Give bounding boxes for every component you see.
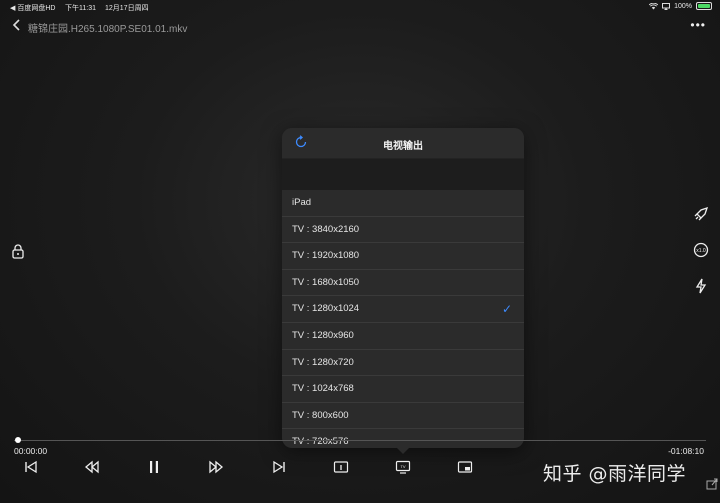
panel-blank-area [282,158,524,190]
resolution-option-label: TV : 1280x1024 [292,303,360,315]
share-icon[interactable] [706,478,718,490]
checkmark-icon: ✓ [501,302,512,317]
resolution-option-label: TV : 1680x1050 [292,276,360,288]
resolution-list: iPad TV : 3840x2160 TV : 1920x1080 TV : 168… [282,190,524,448]
video-title: 糖锦庄园.H265.1080P.SE01.01.mkv [28,24,188,35]
resolution-option[interactable]: TV : 1280x720 [282,350,524,377]
battery-icon [696,2,712,10]
panel-pointer [396,447,410,454]
resolution-option-label: iPad [292,197,312,208]
resolution-option-label: TV : 1920x1080 [292,250,360,262]
resolution-option[interactable]: TV : 800x600 [282,403,524,430]
resolution-option-label: TV : 3840x2160 [292,223,360,235]
status-right: 100% [649,2,712,10]
svg-text:x1.0: x1.0 [696,248,706,254]
right-toolbar: x1.0 [692,205,710,313]
resolution-option[interactable]: TV : 1280x960 [282,323,524,350]
progress-bar[interactable] [14,437,706,443]
lock-icon[interactable] [10,243,26,259]
status-bar: ◀ 百度网盘HD 下午11:31 12月17日周四 100% [0,0,720,14]
svg-text:TV: TV [400,464,405,469]
info-icon[interactable] [333,460,349,474]
skip-next-icon[interactable] [271,460,287,474]
resolution-option[interactable]: iPad [282,190,524,217]
panel-title: 电视输出 [383,141,423,152]
resolution-option[interactable]: TV : 1920x1080 [282,243,524,270]
watermark: 知乎 @雨洋同学 [543,463,687,485]
resolution-option[interactable]: TV : 1024x768 [282,376,524,403]
carrier-label[interactable]: ◀ 百度网盘HD [10,3,55,13]
player-topbar: 糖锦庄园.H265.1080P.SE01.01.mkv ••• [0,16,720,36]
resolution-option[interactable]: TV : 1280x1024 ✓ [282,296,524,323]
back-chevron-icon[interactable] [10,18,24,32]
resolution-option-label: TV : 1024x768 [292,383,354,395]
speed-icon[interactable]: x1.0 [692,241,710,259]
progress-knob[interactable] [15,437,21,443]
panel-header: 电视输出 [282,128,524,158]
rocket-icon[interactable] [692,205,710,223]
resolution-option-label: TV : 1280x720 [292,356,354,368]
tv-output-panel: 电视输出 iPad TV : 3840x2160 TV : 1920x1080 TV … [282,128,524,448]
lightning-icon[interactable] [692,277,710,295]
resolution-option[interactable]: TV : 3840x2160 [282,217,524,244]
rewind-icon[interactable] [84,460,100,474]
resolution-option[interactable]: TV : 1680x1050 [282,270,524,297]
picture-in-picture-icon[interactable] [457,460,473,474]
fast-forward-icon[interactable] [208,460,224,474]
resolution-option-label: TV : 800x600 [292,409,349,421]
tv-output-icon[interactable]: TV [395,460,411,474]
clock-time: 下午11:31 [65,5,96,12]
elapsed-time: 00:00:00 [14,446,48,456]
airplay-icon [662,2,671,10]
progress-track [14,440,706,441]
battery-percent: 100% [674,2,692,10]
skip-previous-icon[interactable] [23,460,39,474]
pause-icon[interactable] [146,460,162,474]
resolution-option-label: TV : 1280x960 [292,329,354,341]
wifi-icon [649,2,659,9]
remaining-time: -01:08:10 [668,446,704,456]
more-options-button[interactable]: ••• [690,18,706,32]
clock-date: 12月17日周四 [105,5,149,12]
